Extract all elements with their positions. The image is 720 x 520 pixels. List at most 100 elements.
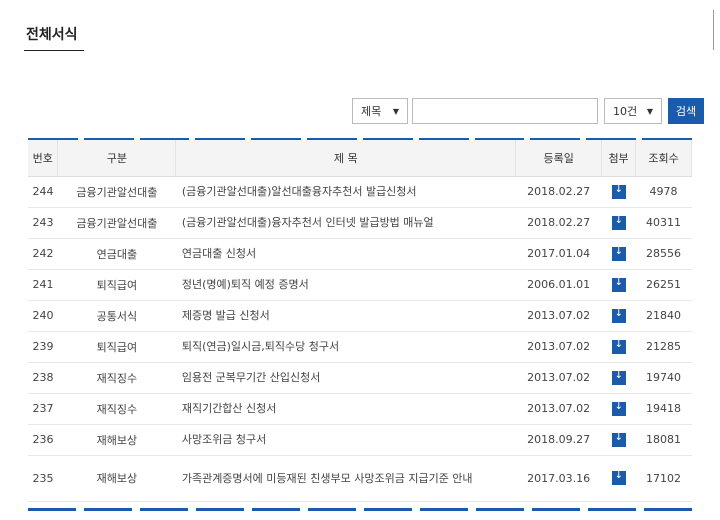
row-views: 21285 [635,331,692,363]
row-title-link[interactable]: 임용전 군복무기간 산입신청서 [175,362,516,394]
row-views: 4978 [635,176,692,208]
row-title-text: 연금대출 신청서 [181,247,257,260]
row-attachment [601,362,636,394]
row-number: 236 [28,424,58,456]
row-number: 238 [28,362,58,394]
chevron-down-icon: ▼ [646,106,653,116]
row-title-text: 임용전 군복무기간 산입신청서 [181,371,321,384]
row-category: 재직징수 [57,362,176,394]
row-number: 240 [28,300,58,332]
header-number: 번호 [28,140,59,177]
row-views: 19418 [635,393,692,425]
file-download-icon[interactable] [611,339,626,354]
forms-table-wrap: 번호 구분 제 목 등록일 첨부 조회수 244 금융기관알선대출 (금융기관알… [28,140,692,502]
file-download-icon[interactable] [611,432,626,447]
row-date: 2013.07.02 [515,393,602,425]
row-title-link[interactable]: 가족관계증명서에 미등재된 친생부모 사망조위금 지급기준 안내 [175,455,516,502]
table-row: 243 금융기관알선대출 (금융기관알선대출)융자추천서 인터넷 발급방법 매뉴… [28,207,692,239]
table-row: 238 재직징수 임용전 군복무기간 산입신청서 2013.07.02 1974… [28,362,692,394]
row-category: 퇴직급여 [57,331,176,363]
search-input[interactable] [412,98,598,124]
header-attachment: 첨부 [601,140,637,177]
header-title: 제 목 [175,140,517,177]
row-category: 재직징수 [57,393,176,425]
row-date: 2017.03.16 [515,455,602,502]
row-title-link[interactable]: 제증명 발급 신청서 [175,300,516,332]
row-date: 2017.01.04 [515,238,602,270]
row-title-link[interactable]: (금융기관알선대출)융자추천서 인터넷 발급방법 매뉴얼 [175,207,516,239]
file-download-icon[interactable] [611,470,626,485]
file-download-icon[interactable] [611,184,626,199]
table-row: 239 퇴직급여 퇴직(연금)일시금,퇴직수당 청구서 2013.07.02 2… [28,331,692,363]
row-category: 재해보상 [57,455,176,502]
search-button[interactable]: 검색 [668,98,704,124]
row-title-text: 퇴직(연금)일시금,퇴직수당 청구서 [181,340,340,353]
row-title-link[interactable]: 연금대출 신청서 [175,238,516,270]
file-download-icon[interactable] [611,277,626,292]
table-row: 242 연금대출 연금대출 신청서 2017.01.04 28556 [28,238,692,270]
row-title-link[interactable]: (금융기관알선대출)알선대출융자추천서 발급신청서 [175,176,516,208]
table-row: 241 퇴직급여 정년(명예)퇴직 예정 증명서 2006.01.01 2625… [28,269,692,301]
file-download-icon[interactable] [611,370,626,385]
file-download-icon[interactable] [611,308,626,323]
row-category: 금융기관알선대출 [57,207,176,239]
row-category: 금융기관알선대출 [57,176,176,208]
row-title-text: 사망조위금 청구서 [181,433,267,446]
row-number: 239 [28,331,58,363]
row-attachment [601,455,636,502]
row-attachment [601,300,636,332]
row-category: 재해보상 [57,424,176,456]
row-number: 241 [28,269,58,301]
corner-divider [710,10,714,50]
row-views: 18081 [635,424,692,456]
row-number: 242 [28,238,58,270]
row-views: 40311 [635,207,692,239]
header-category: 구분 [57,140,177,177]
row-views: 28556 [635,238,692,270]
table-bottom-border [28,508,692,511]
row-title-text: 정년(명예)퇴직 예정 증명서 [181,278,309,291]
row-date: 2013.07.02 [515,362,602,394]
row-title-link[interactable]: 퇴직(연금)일시금,퇴직수당 청구서 [175,331,516,363]
row-number: 243 [28,207,58,239]
file-download-icon[interactable] [611,215,626,230]
row-attachment [601,331,636,363]
forms-table: 번호 구분 제 목 등록일 첨부 조회수 244 금융기관알선대출 (금융기관알… [28,140,692,502]
row-attachment [601,238,636,270]
row-category: 연금대출 [57,238,176,270]
row-title-link[interactable]: 사망조위금 청구서 [175,424,516,456]
row-date: 2013.07.02 [515,300,602,332]
row-date: 2018.09.27 [515,424,602,456]
row-title-text: (금융기관알선대출)알선대출융자추천서 발급신청서 [181,185,417,198]
row-number: 237 [28,393,58,425]
row-title-text: (금융기관알선대출)융자추천서 인터넷 발급방법 매뉴얼 [181,216,434,229]
row-views: 26251 [635,269,692,301]
page-title: 전체서식 [26,27,78,43]
row-attachment [601,269,636,301]
row-title-text: 가족관계증명서에 미등재된 친생부모 사망조위금 지급기준 안내 [181,471,473,485]
row-title-link[interactable]: 재직기간합산 신청서 [175,393,516,425]
row-title-link[interactable]: 정년(명예)퇴직 예정 증명서 [175,269,516,301]
header-views: 조회수 [635,140,692,177]
row-title-text: 제증명 발급 신청서 [181,309,270,322]
row-attachment [601,393,636,425]
row-date: 2013.07.02 [515,331,602,363]
table-header-row: 번호 구분 제 목 등록일 첨부 조회수 [28,140,692,177]
file-download-icon[interactable] [611,401,626,416]
page-size-select[interactable]: 10건 ▼ [604,98,662,124]
row-attachment [601,207,636,239]
search-field-select[interactable]: 제목 ▼ [352,98,408,124]
row-category: 퇴직급여 [57,269,176,301]
table-row: 240 공통서식 제증명 발급 신청서 2013.07.02 21840 [28,300,692,332]
chevron-down-icon: ▼ [392,106,399,116]
file-download-icon[interactable] [611,246,626,261]
row-number: 235 [28,455,58,502]
search-bar: 제목 ▼ 10건 ▼ 검색 [352,98,704,124]
table-row: 235 재해보상 가족관계증명서에 미등재된 친생부모 사망조위금 지급기준 안… [28,455,692,502]
row-views: 17102 [635,455,692,502]
row-number: 244 [28,176,58,208]
table-row: 244 금융기관알선대출 (금융기관알선대출)알선대출융자추천서 발급신청서 2… [28,176,692,208]
row-views: 19740 [635,362,692,394]
row-date: 2018.02.27 [515,207,602,239]
row-attachment [601,176,636,208]
